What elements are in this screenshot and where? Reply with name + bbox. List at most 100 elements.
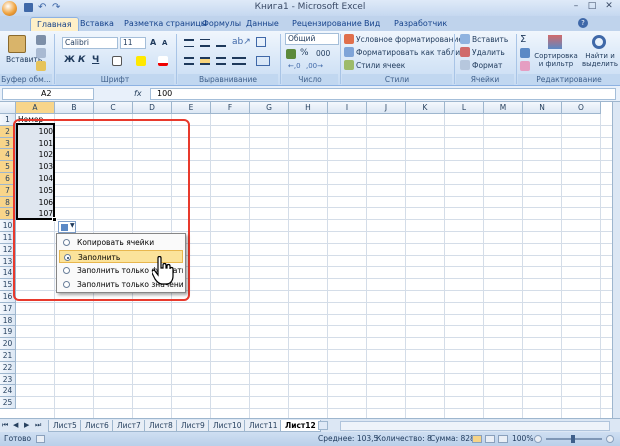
underline-button[interactable]: Ч [92, 55, 99, 65]
align-top-icon[interactable] [184, 39, 194, 47]
format-table-button[interactable]: Форматировать как таблицу [356, 48, 470, 57]
delete-cells-icon[interactable] [460, 47, 470, 57]
row-header-18[interactable]: 18 [0, 314, 16, 327]
next-sheet-icon[interactable]: ▶ [24, 421, 29, 429]
sheet-tab[interactable]: Лист11 [244, 420, 283, 432]
column-header-h[interactable]: H [289, 102, 328, 114]
format-painter-icon[interactable] [36, 61, 46, 71]
tab-insert[interactable]: Вставка [74, 17, 120, 31]
insert-cells-button[interactable]: Вставить [472, 35, 508, 44]
tab-view[interactable]: Вид [358, 17, 386, 31]
zoom-slider-thumb[interactable] [571, 435, 575, 443]
column-header-d[interactable]: D [133, 102, 172, 114]
autosum-button[interactable]: Σ [520, 34, 526, 45]
format-table-icon[interactable] [344, 47, 354, 57]
align-left-icon[interactable] [184, 57, 194, 65]
align-bottom-icon[interactable] [216, 39, 226, 47]
bold-button[interactable]: Ж [64, 55, 75, 65]
format-cells-button[interactable]: Формат [472, 61, 502, 70]
sort-filter-button[interactable]: Сортировка и фильтр [534, 52, 578, 68]
delete-cells-button[interactable]: Удалить [472, 48, 505, 57]
prev-sheet-icon[interactable]: ◀ [13, 421, 18, 429]
conditional-format-icon[interactable] [344, 34, 354, 44]
align-center-icon[interactable] [200, 57, 210, 65]
insert-cells-icon[interactable] [460, 34, 470, 44]
row-header-24[interactable]: 24 [0, 385, 16, 398]
select-all-corner[interactable] [0, 102, 16, 114]
conditional-format-button[interactable]: Условное форматирование [356, 35, 463, 44]
font-name-combo[interactable]: Calibri [62, 37, 118, 49]
align-middle-icon[interactable] [200, 39, 210, 47]
zoom-out-icon[interactable] [534, 435, 542, 443]
page-layout-view-icon[interactable] [485, 435, 495, 443]
clear-icon[interactable] [520, 61, 530, 71]
find-select-icon[interactable] [592, 35, 606, 49]
sheet-tab[interactable]: Лист6 [80, 420, 114, 432]
sheet-tab[interactable]: Лист5 [48, 420, 82, 432]
font-size-combo[interactable]: 11 [120, 37, 146, 49]
zoom-level[interactable]: 100% [512, 432, 533, 446]
row-header-19[interactable]: 19 [0, 326, 16, 339]
row-header-22[interactable]: 22 [0, 361, 16, 374]
fill-color-icon[interactable] [136, 56, 146, 66]
thousands-button[interactable]: 000 [316, 49, 330, 58]
row-header-23[interactable]: 23 [0, 373, 16, 386]
sort-filter-icon[interactable] [548, 35, 562, 49]
close-button[interactable]: ✕ [600, 1, 618, 13]
column-header-m[interactable]: M [484, 102, 523, 114]
italic-button[interactable]: К [78, 55, 85, 65]
vertical-scrollbar[interactable] [612, 102, 620, 418]
cut-icon[interactable] [36, 35, 46, 45]
row-header-21[interactable]: 21 [0, 350, 16, 362]
column-header-g[interactable]: G [250, 102, 289, 114]
tab-data[interactable]: Данные [240, 17, 285, 31]
column-header-j[interactable]: J [367, 102, 406, 114]
column-header-a[interactable]: A [16, 102, 55, 114]
cell-styles-icon[interactable] [344, 60, 354, 70]
fx-icon[interactable]: fx [134, 89, 142, 98]
zoom-in-icon[interactable] [606, 435, 614, 443]
tab-home[interactable]: Главная [30, 17, 79, 31]
tab-developer[interactable]: Разработчик [388, 17, 453, 31]
sheet-tab[interactable]: Лист9 [176, 420, 210, 432]
currency-icon[interactable] [286, 49, 296, 59]
horizontal-scrollbar[interactable] [340, 421, 610, 431]
help-icon[interactable]: ? [578, 18, 588, 28]
insert-sheet-icon[interactable] [318, 421, 328, 430]
format-cells-icon[interactable] [460, 60, 470, 70]
row-header-20[interactable]: 20 [0, 338, 16, 350]
cell-styles-button[interactable]: Стили ячеек [356, 61, 405, 70]
column-header-b[interactable]: B [55, 102, 94, 114]
page-break-view-icon[interactable] [498, 435, 508, 443]
macro-record-icon[interactable] [36, 435, 45, 443]
maximize-button[interactable]: □ [584, 1, 600, 13]
column-header-n[interactable]: N [523, 102, 562, 114]
align-right-icon[interactable] [216, 57, 226, 65]
menu-item-copy-cells[interactable]: Копировать ячейки [59, 236, 183, 249]
column-header-f[interactable]: F [211, 102, 250, 114]
paste-icon[interactable] [8, 35, 26, 53]
column-header-l[interactable]: L [445, 102, 484, 114]
column-header-i[interactable]: I [328, 102, 367, 114]
percent-button[interactable]: % [300, 48, 309, 58]
find-select-button[interactable]: Найти и выделить [580, 52, 620, 68]
sheet-tab-active[interactable]: Лист12 [280, 420, 321, 432]
formula-input[interactable]: 100 [150, 88, 616, 100]
borders-icon[interactable] [112, 56, 122, 66]
row-header-17[interactable]: 17 [0, 302, 16, 315]
sheet-tab[interactable]: Лист10 [208, 420, 247, 432]
column-header-k[interactable]: K [406, 102, 445, 114]
font-color-icon[interactable] [158, 56, 168, 66]
copy-icon[interactable] [36, 48, 46, 58]
name-box[interactable]: A2 [2, 88, 94, 100]
normal-view-icon[interactable] [472, 435, 482, 443]
fill-icon[interactable] [520, 48, 530, 58]
row-header-25[interactable]: 25 [0, 397, 16, 409]
increase-decimal-icon[interactable]: ←,0 [288, 62, 301, 70]
autofill-options-button[interactable]: ▼ [58, 221, 76, 233]
column-header-o[interactable]: O [562, 102, 601, 114]
indent-icon[interactable] [232, 57, 246, 65]
tab-review[interactable]: Рецензирование [286, 17, 368, 31]
minimize-button[interactable]: – [568, 1, 584, 13]
first-sheet-icon[interactable]: ⏮ [2, 421, 8, 430]
